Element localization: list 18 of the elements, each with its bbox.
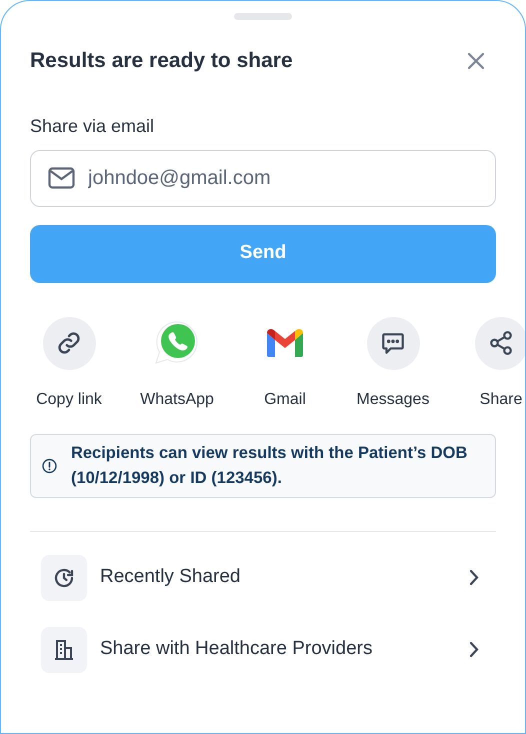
chevron-right-icon <box>469 641 479 658</box>
mail-icon <box>48 166 75 188</box>
building-icon <box>52 638 76 662</box>
share-option[interactable]: Gmail <box>231 316 339 412</box>
envelope-m-icon <box>266 328 304 358</box>
drag-handle[interactable] <box>234 13 292 20</box>
share-option[interactable]: WhatsApp <box>123 316 231 412</box>
share-option[interactable]: Share <box>447 316 525 412</box>
email-label: Share via email <box>30 114 156 138</box>
menu-row[interactable]: Share with Healthcare Providers <box>41 626 485 672</box>
menu-row[interactable]: Recently Shared <box>41 554 485 600</box>
share-option[interactable]: Copy link <box>15 316 123 412</box>
share-icon <box>488 330 514 356</box>
sheet-title: Results are ready to share <box>30 48 293 74</box>
notice-text: Recipients can view results with the Patient’s DOB (10/12/1998) or ID (123456). <box>70 442 468 488</box>
share-option[interactable]: Messages <box>339 316 447 412</box>
link-icon <box>56 330 82 356</box>
chevron-right-icon <box>469 569 479 586</box>
